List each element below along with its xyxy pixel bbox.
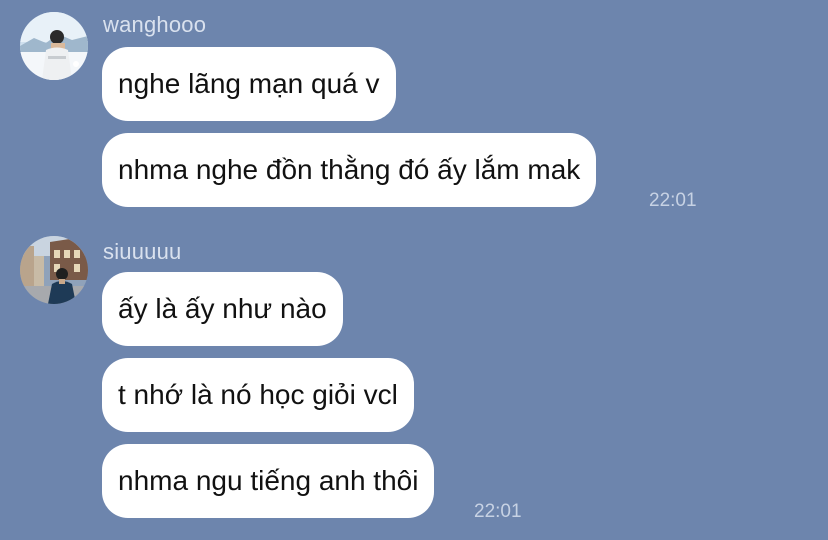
message-timestamp: 22:01 xyxy=(474,501,522,522)
chat-thread: wanghooo nghe lãng mạn quá v nhma nghe đ… xyxy=(0,0,828,540)
sender-name: wanghooo xyxy=(103,12,207,37)
message-timestamp: 22:01 xyxy=(649,190,697,211)
message-bubble[interactable]: ấy là ấy như nào xyxy=(102,272,343,346)
user-photo-avatar-street-icon xyxy=(20,236,88,304)
message-bubble[interactable]: nhma ngu tiếng anh thôi xyxy=(102,444,435,518)
user-photo-avatar-snow-icon xyxy=(20,12,88,80)
sender-name: siuuuuu xyxy=(103,239,182,264)
message-bubble[interactable]: nghe lãng mạn quá v xyxy=(102,47,396,121)
avatar[interactable] xyxy=(20,12,88,80)
message-bubble[interactable]: nhma nghe đồn thằng đó ấy lắm mak xyxy=(102,133,597,207)
message-bubble[interactable]: t nhớ là nó học giỏi vcl xyxy=(102,358,414,432)
avatar[interactable] xyxy=(20,236,88,304)
